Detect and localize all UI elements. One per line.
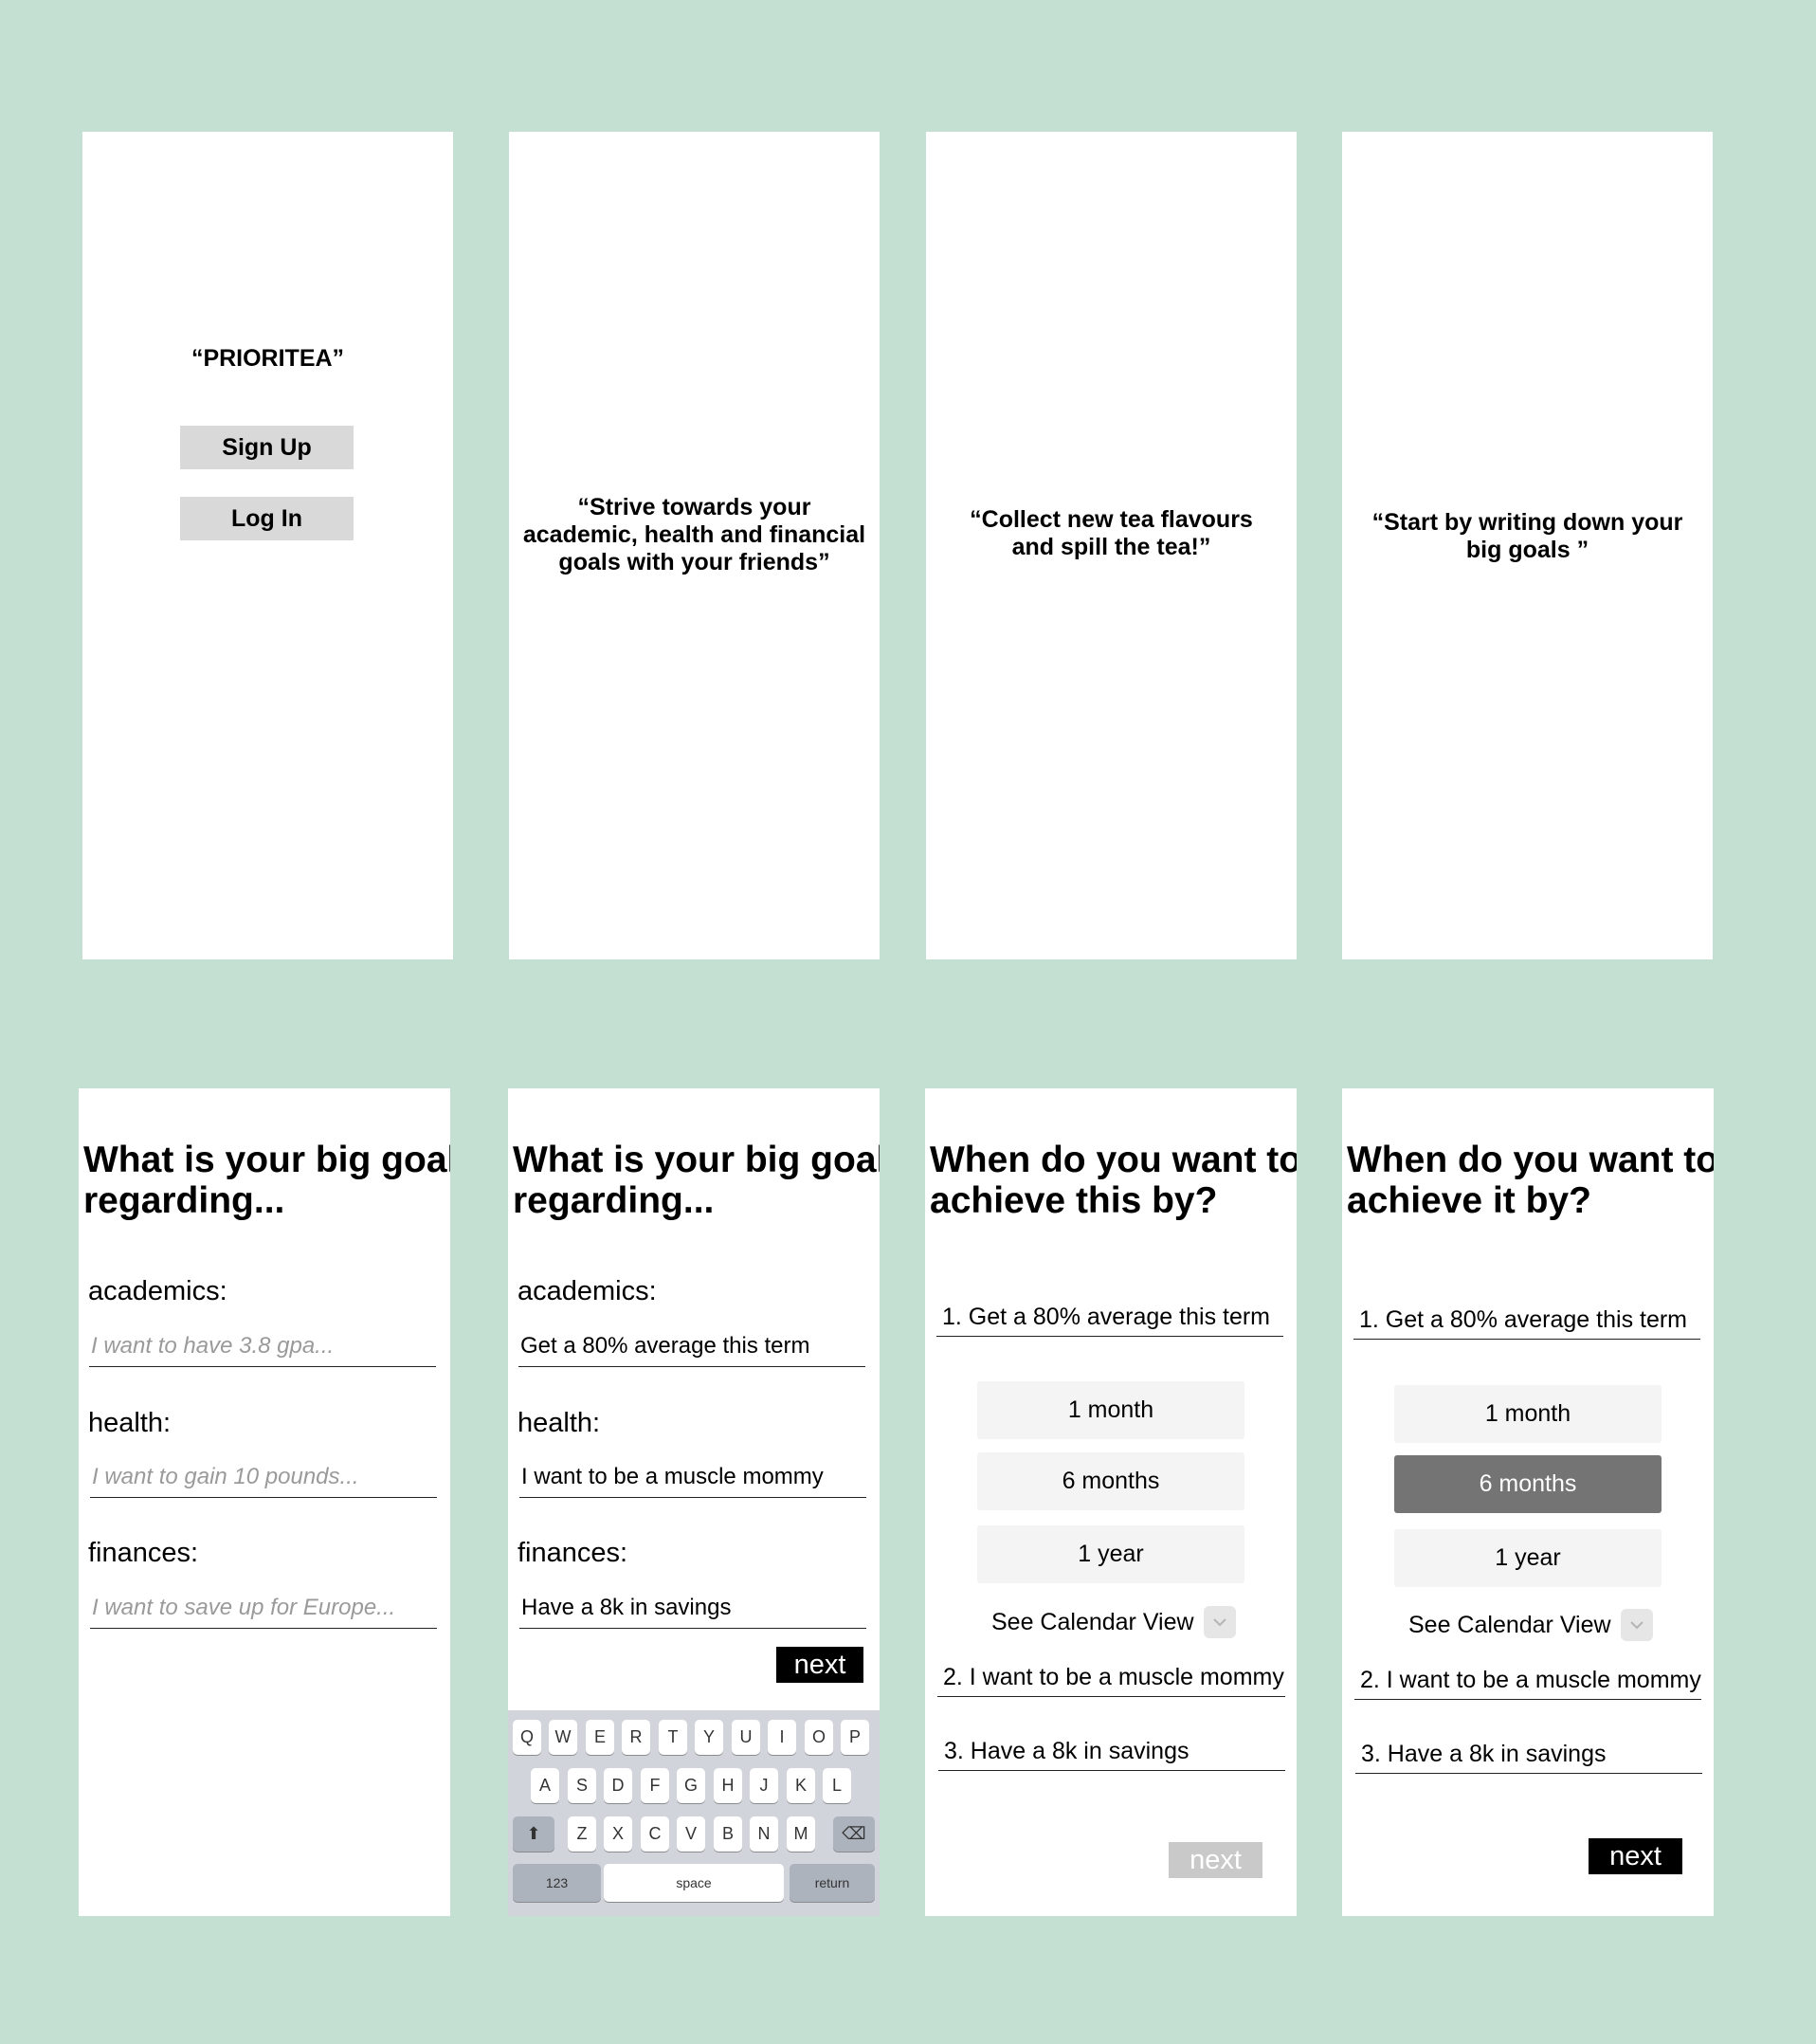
numbers-key[interactable]: 123 (513, 1864, 601, 1902)
key-l[interactable]: L (823, 1768, 851, 1803)
quote-line: big goals ” (1465, 537, 1589, 563)
key-c[interactable]: C (641, 1816, 669, 1852)
key-b[interactable]: B (714, 1816, 742, 1852)
key-u[interactable]: U (732, 1720, 760, 1755)
quote-line: and spill the tea!” (1011, 534, 1211, 560)
option-1-month[interactable]: 1 month (1394, 1385, 1662, 1443)
calendar-view-label: See Calendar View (1408, 1611, 1611, 1638)
option-1-year[interactable]: 1 year (1394, 1529, 1662, 1587)
key-r[interactable]: R (622, 1720, 650, 1755)
finances-input[interactable]: I want to save up for Europe... (90, 1591, 437, 1629)
chevron-down-icon[interactable] (1620, 1609, 1653, 1641)
key-m[interactable]: M (787, 1816, 815, 1852)
key-x[interactable]: X (604, 1816, 632, 1852)
key-a[interactable]: A (531, 1768, 559, 1803)
app-title: “PRIORITEA” (191, 345, 345, 372)
page-title: When do you want to achieve it by? (1347, 1140, 1714, 1221)
key-i[interactable]: I (768, 1720, 796, 1755)
key-h[interactable]: H (714, 1768, 742, 1803)
key-k[interactable]: K (787, 1768, 815, 1803)
calendar-view-toggle[interactable]: See Calendar View (991, 1606, 1236, 1638)
finances-label: finances: (518, 1538, 628, 1568)
sign-up-button[interactable]: Sign Up (180, 426, 354, 469)
screen-welcome: “PRIORITEA” Sign Up Log In (82, 132, 453, 959)
calendar-view-toggle[interactable]: See Calendar View (1408, 1609, 1653, 1641)
key-f[interactable]: F (641, 1768, 669, 1803)
health-input[interactable]: I want to gain 10 pounds... (90, 1460, 437, 1498)
academics-input[interactable]: I want to have 3.8 gpa... (89, 1329, 436, 1367)
screen-onboarding-2: “Collect new tea flavours and spill the … (926, 132, 1297, 959)
goal-3: 3. Have a 8k in savings (938, 1735, 1285, 1771)
onboarding-quote: “Collect new tea flavours and spill the … (926, 506, 1297, 561)
finances-label: finances: (88, 1538, 199, 1568)
academics-label: academics: (518, 1276, 657, 1306)
key-n[interactable]: N (750, 1816, 778, 1852)
goal-1: 1. Get a 80% average this term (936, 1301, 1283, 1337)
key-t[interactable]: T (659, 1720, 687, 1755)
key-e[interactable]: E (586, 1720, 614, 1755)
goal-2: 2. I want to be a muscle mommy (1354, 1664, 1701, 1700)
goal-1: 1. Get a 80% average this term (1353, 1304, 1700, 1340)
log-in-button[interactable]: Log In (180, 497, 354, 540)
calendar-view-label: See Calendar View (991, 1608, 1194, 1635)
screen-timeline: When do you want to achieve this by? 1. … (925, 1088, 1297, 1916)
chevron-down-icon[interactable] (1203, 1606, 1236, 1638)
page-title-line: regarding... (83, 1180, 285, 1221)
next-button[interactable]: next (1169, 1842, 1262, 1878)
quote-line: goals with your friends” (558, 549, 830, 575)
page-title-line: What is your big goal (83, 1140, 450, 1180)
page-title-line: achieve it by? (1347, 1180, 1591, 1221)
screen-onboarding-3: “Start by writing down your big goals ” (1342, 132, 1713, 959)
page-title-line: What is your big goal (513, 1140, 880, 1180)
page-title: When do you want to achieve this by? (930, 1140, 1297, 1221)
page-title: What is your big goal regarding... (83, 1140, 450, 1221)
on-screen-keyboard: Q W E R T Y U I O P A S D F G H J K L ⬆ … (508, 1710, 880, 1916)
page-title-line: regarding... (513, 1180, 715, 1221)
option-1-month[interactable]: 1 month (977, 1381, 1244, 1439)
shift-key[interactable]: ⬆ (513, 1816, 554, 1852)
option-6-months-selected[interactable]: 6 months (1394, 1455, 1662, 1513)
goal-2: 2. I want to be a muscle mommy (937, 1661, 1285, 1697)
academics-input[interactable]: Get a 80% average this term (518, 1329, 865, 1367)
quote-line: “Start by writing down your (1371, 509, 1683, 536)
key-w[interactable]: W (549, 1720, 577, 1755)
quote-line: academic, health and financial (522, 521, 866, 548)
academics-label: academics: (88, 1276, 227, 1306)
delete-key[interactable]: ⌫ (833, 1816, 875, 1852)
key-s[interactable]: S (568, 1768, 596, 1803)
goal-3: 3. Have a 8k in savings (1355, 1738, 1702, 1774)
health-label: health: (518, 1408, 601, 1438)
key-p[interactable]: P (841, 1720, 869, 1755)
finances-input[interactable]: Have a 8k in savings (519, 1591, 866, 1629)
onboarding-quote: “Start by writing down your big goals ” (1342, 509, 1713, 564)
return-key[interactable]: return (790, 1864, 875, 1902)
health-label: health: (88, 1408, 172, 1438)
health-input[interactable]: I want to be a muscle mommy (519, 1460, 866, 1498)
next-button[interactable]: next (776, 1647, 863, 1683)
key-z[interactable]: Z (568, 1816, 596, 1852)
option-1-year[interactable]: 1 year (977, 1525, 1244, 1583)
screen-goals-empty: What is your big goal regarding... acade… (79, 1088, 450, 1916)
page-title-line: When do you want to (930, 1140, 1297, 1180)
onboarding-quote: “Strive towards your academic, health an… (509, 494, 880, 576)
space-key[interactable]: space (604, 1864, 784, 1902)
key-v[interactable]: V (677, 1816, 705, 1852)
page-title-line: achieve this by? (930, 1180, 1218, 1221)
option-6-months[interactable]: 6 months (977, 1452, 1244, 1510)
key-o[interactable]: O (805, 1720, 833, 1755)
quote-line: “Collect new tea flavours (970, 506, 1253, 533)
screen-goals-filled: What is your big goal regarding... acade… (508, 1088, 880, 1916)
screen-timeline-selected: When do you want to achieve it by? 1. Ge… (1342, 1088, 1714, 1916)
next-button[interactable]: next (1589, 1838, 1682, 1874)
key-g[interactable]: G (677, 1768, 705, 1803)
page-title-line: When do you want to (1347, 1140, 1714, 1180)
screen-onboarding-1: “Strive towards your academic, health an… (509, 132, 880, 959)
quote-line: “Strive towards your (577, 494, 811, 520)
key-j[interactable]: J (750, 1768, 778, 1803)
key-q[interactable]: Q (513, 1720, 541, 1755)
key-d[interactable]: D (604, 1768, 632, 1803)
page-title: What is your big goal regarding... (513, 1140, 880, 1221)
key-y[interactable]: Y (695, 1720, 723, 1755)
